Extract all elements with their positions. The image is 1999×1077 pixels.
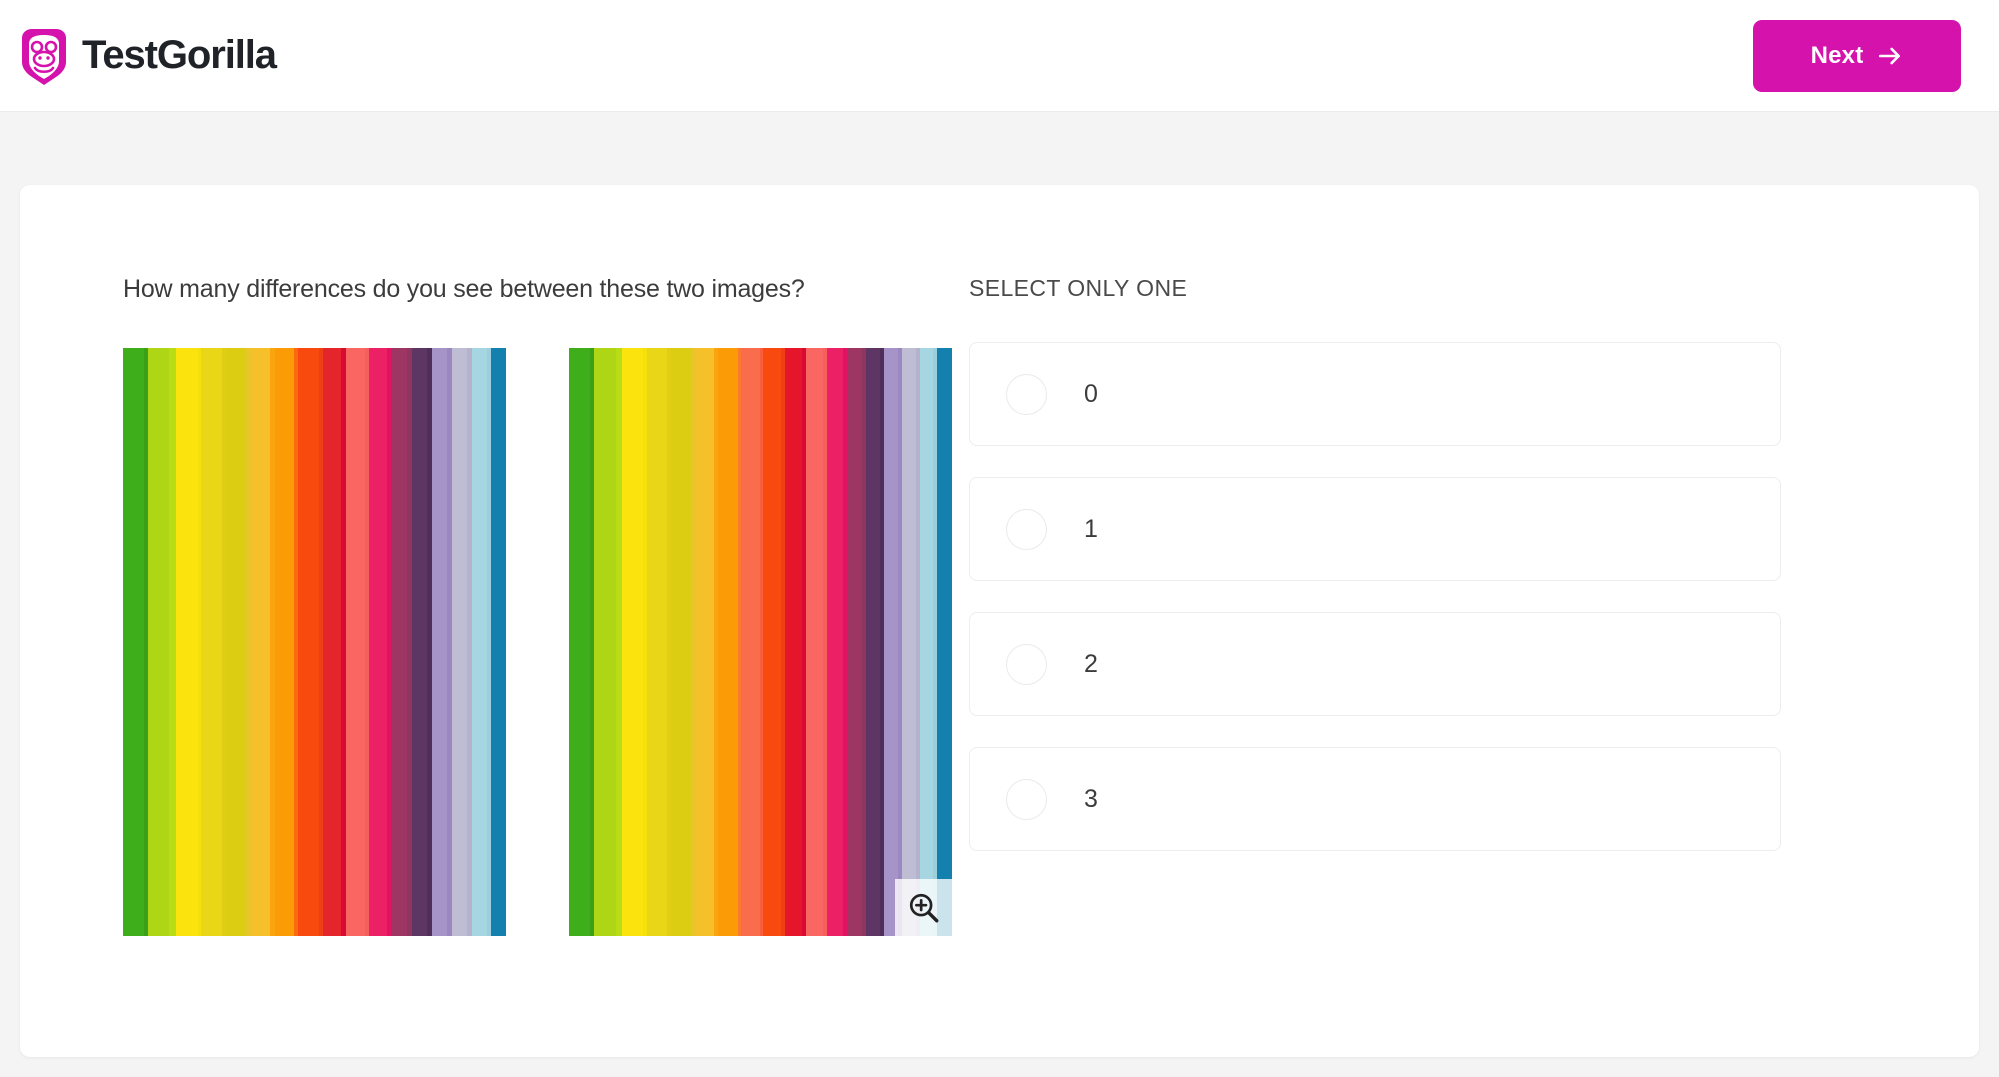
color-stripe (826, 348, 843, 936)
color-stripe (671, 348, 692, 936)
color-stripe (201, 348, 223, 936)
color-stripe (569, 348, 590, 936)
color-stripe (275, 348, 295, 936)
answer-option-label: 0 (1084, 379, 1098, 408)
answer-option-1[interactable]: 1 (969, 477, 1781, 581)
answer-option-0[interactable]: 0 (969, 342, 1781, 446)
color-stripe (346, 348, 366, 936)
radio-button[interactable] (1006, 643, 1047, 685)
color-stripe (784, 348, 802, 936)
select-instruction: SELECT ONLY ONE (969, 275, 1188, 301)
color-stripe (391, 348, 408, 936)
color-stripe (883, 348, 899, 936)
color-stripe (168, 348, 177, 936)
color-stripe (763, 348, 781, 936)
color-stripe (491, 348, 506, 936)
color-stripe (412, 348, 428, 936)
answer-option-label: 2 (1084, 649, 1098, 678)
next-button[interactable]: Next (1753, 19, 1961, 92)
arrow-right-icon (1877, 43, 1903, 69)
color-stripe (471, 348, 487, 936)
radio-button[interactable] (1006, 373, 1047, 415)
color-stripe (594, 348, 616, 936)
color-stripe (718, 348, 738, 936)
color-stripes-b (569, 348, 952, 936)
color-stripe (298, 348, 319, 936)
zoom-in-icon[interactable] (895, 879, 952, 936)
color-stripe (937, 348, 952, 936)
color-stripe (865, 348, 881, 936)
brand-logo: TestGorilla (18, 28, 277, 85)
radio-button[interactable] (1006, 778, 1047, 820)
answers-pane: SELECT ONLY ONE 0 1 2 3 (965, 275, 1965, 936)
comparison-image-a[interactable] (123, 348, 506, 936)
color-stripe (919, 348, 934, 936)
radio-button[interactable] (1006, 508, 1047, 550)
question-text: How many differences do you see between … (123, 275, 805, 303)
question-card: How many differences do you see between … (20, 185, 1979, 1057)
comparison-images (123, 348, 965, 936)
color-stripe (176, 348, 198, 936)
color-stripe (323, 348, 341, 936)
answer-option-label: 3 (1084, 784, 1098, 813)
color-stripe (250, 348, 271, 936)
color-stripe (148, 348, 169, 936)
gorilla-shield-logo-icon (18, 28, 70, 85)
color-stripe (806, 348, 823, 936)
question-pane: How many differences do you see between … (20, 275, 965, 936)
color-stripe (621, 348, 643, 936)
color-stripe (451, 348, 467, 936)
color-stripe (369, 348, 387, 936)
color-stripes-a (123, 348, 506, 936)
comparison-image-b[interactable] (569, 348, 952, 936)
color-stripe (741, 348, 760, 936)
color-stripe (695, 348, 714, 936)
brand-name: TestGorilla (82, 33, 277, 77)
answer-option-3[interactable]: 3 (969, 747, 1781, 851)
color-stripe (646, 348, 668, 936)
answer-option-2[interactable]: 2 (969, 612, 1781, 716)
app-header: TestGorilla Next (0, 0, 1999, 112)
color-stripe (226, 348, 246, 936)
color-stripe (432, 348, 448, 936)
answer-option-label: 1 (1084, 514, 1098, 543)
color-stripe (846, 348, 862, 936)
color-stripe (123, 348, 144, 936)
color-stripe (902, 348, 916, 936)
answer-options-list: 0 1 2 3 (969, 342, 1965, 851)
next-button-label: Next (1810, 41, 1864, 69)
